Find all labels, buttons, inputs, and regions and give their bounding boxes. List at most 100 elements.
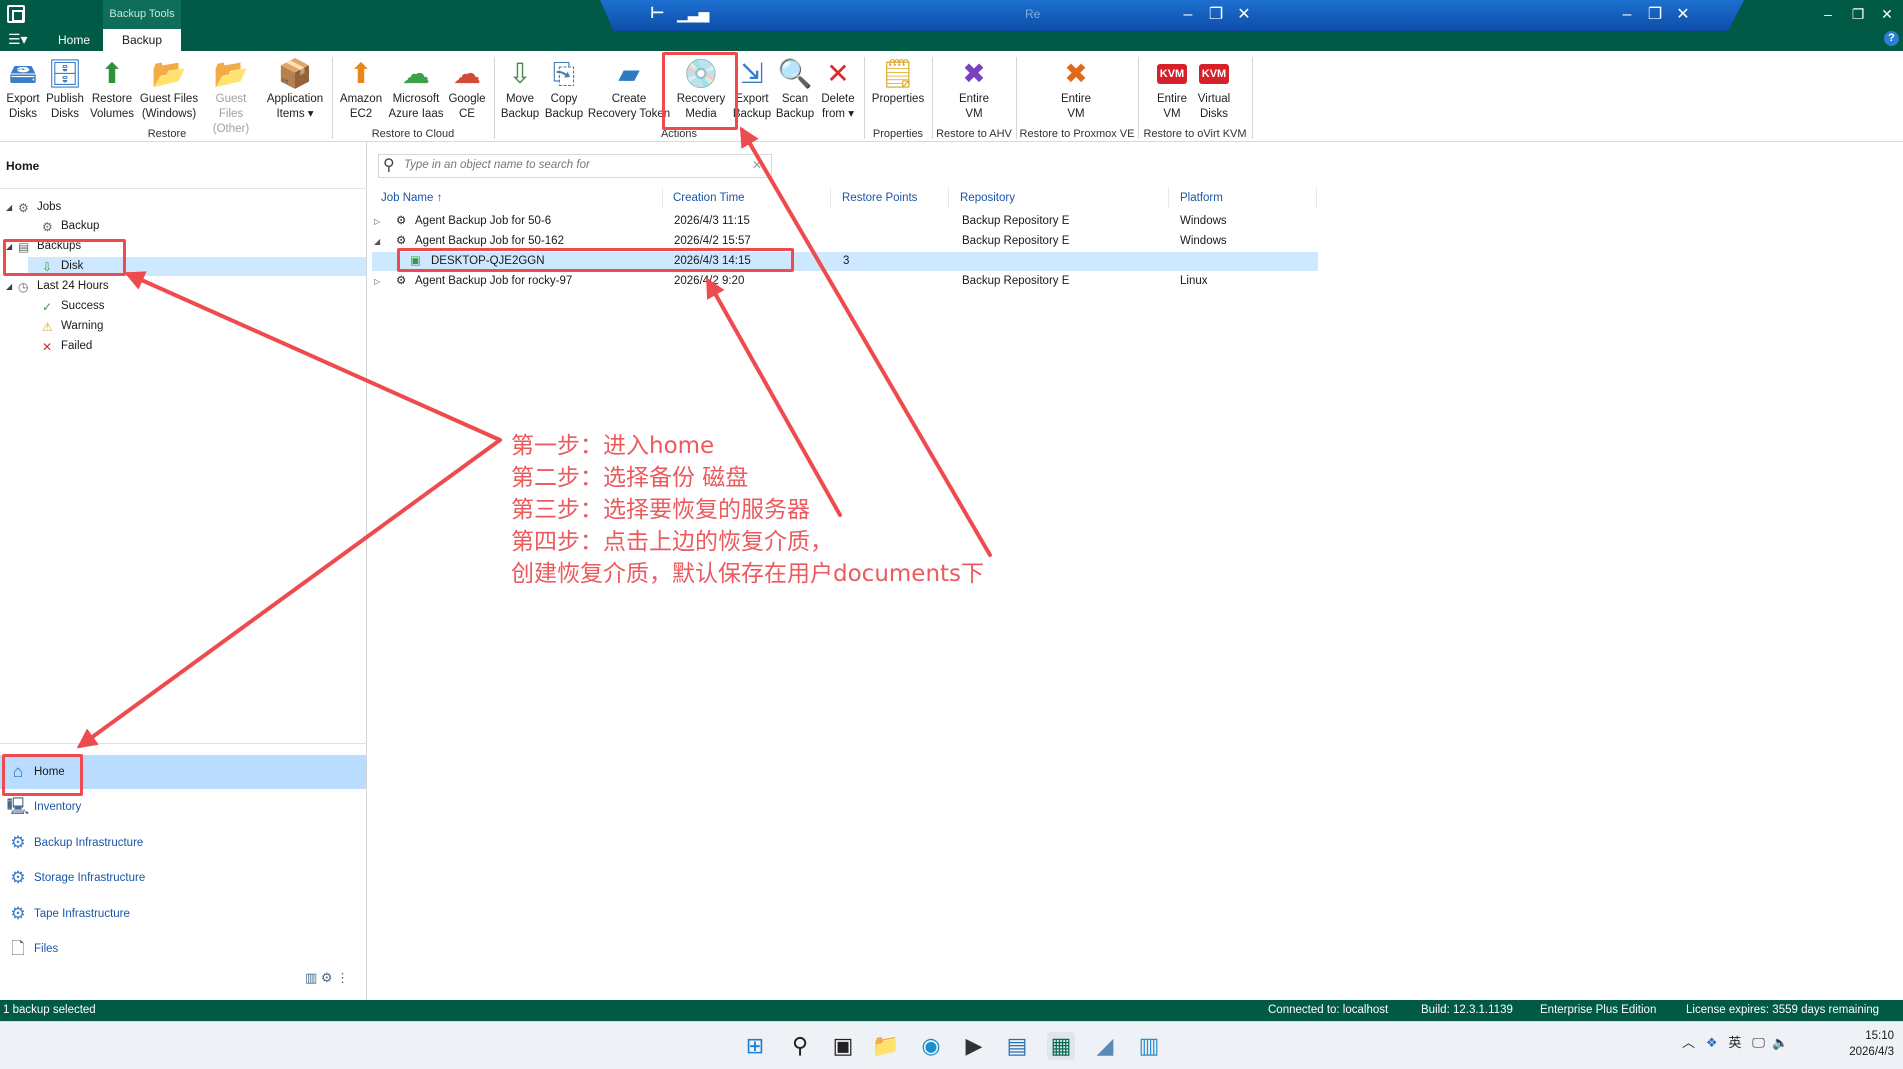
column-separator[interactable] [948, 188, 949, 208]
annotation-box-recovery-media [662, 52, 738, 130]
column-header-job-name[interactable]: Job Name ↑ [381, 192, 442, 208]
search-taskbar-icon[interactable]: ⚲ [786, 1032, 814, 1060]
ahv-entire-vm-button[interactable]: ✖ Entire VM [946, 57, 1002, 133]
restore-icon[interactable]: ❐ [1642, 4, 1668, 26]
column-separator[interactable] [662, 188, 663, 208]
export-disks-button[interactable]: 🖴 Export Disks [4, 57, 42, 133]
column-separator[interactable] [830, 188, 831, 208]
close-icon[interactable]: ✕ [1670, 4, 1696, 26]
nav-tape-infrastructure[interactable]: ⚙ Tape Infrastructure [0, 897, 366, 931]
delete-icon: ✕ [826, 58, 850, 89]
edition: Enterprise Plus Edition [1540, 1004, 1657, 1016]
remote-restore-icon[interactable]: ❐ [1203, 4, 1229, 26]
creation-time: 2026/4/3 11:15 [674, 215, 750, 227]
remote-close-icon[interactable]: ✕ [1231, 4, 1257, 26]
pane-header: Home [6, 159, 40, 173]
terminal-icon[interactable]: ▶ [960, 1032, 988, 1060]
guest-files-other-button[interactable]: 📂 Guest Files (Other) [202, 57, 260, 135]
license-status: License expires: 3559 days remaining [1686, 1004, 1880, 1016]
tree-expand-icon[interactable]: ◢ [6, 277, 18, 296]
tray-overflow-icon[interactable]: ︿ [1682, 1035, 1695, 1050]
tab-backup[interactable]: Backup [103, 29, 181, 51]
help-icon[interactable]: ? [1884, 31, 1899, 46]
copy-backup-button[interactable]: ⎘ Copy Backup [542, 57, 586, 133]
search-placeholder[interactable]: Type in an object name to search for [404, 159, 590, 171]
clock-date[interactable]: 2026/4/3 [1836, 1046, 1894, 1058]
volume-icon[interactable]: 🔈 [1772, 1035, 1788, 1050]
table-row[interactable]: ▷ ⚙ Agent Backup Job for rocky-97 2026/4… [372, 272, 1318, 291]
table-row[interactable]: ▷ ⚙ Agent Backup Job for 50-6 2026/4/3 1… [372, 212, 1318, 231]
column-separator[interactable] [1168, 188, 1169, 208]
task-view-icon[interactable]: ▣ [829, 1032, 857, 1060]
window-restore-icon[interactable]: ❐ [1844, 3, 1872, 25]
nav-storage-infrastructure[interactable]: ⚙ Storage Infrastructure [0, 861, 366, 895]
proxmox-entire-vm-button[interactable]: ✖ Entire VM [1048, 57, 1104, 133]
guest-files-other-icon: 📂 [213, 58, 249, 89]
nav-files[interactable]: 🗋 Files [0, 932, 366, 966]
app-window: Backup Tools ⊢ ▁▃▅ Re – ❐ ✕ – ❐ ✕ – ❐ ✕ … [0, 0, 1903, 1069]
tree-node-jobs[interactable]: ◢ ⚙ Jobs [6, 198, 61, 217]
nav-backup-infrastructure[interactable]: ⚙ Backup Infrastructure [0, 826, 366, 860]
failed-icon: ✕ [42, 340, 53, 354]
azure-icon: ☁ [402, 58, 430, 89]
application-items-button[interactable]: 📦 Application Items ▾ [262, 57, 328, 133]
column-header-restore-points[interactable]: Restore Points [842, 192, 917, 208]
display-icon[interactable]: 🖵 [1752, 1035, 1765, 1050]
kvm-entire-vm-button[interactable]: KVM Entire VM [1150, 57, 1194, 133]
search-clear-icon[interactable]: ✕ [752, 158, 768, 174]
column-header-repository[interactable]: Repository [960, 192, 1015, 208]
scan-backup-button[interactable]: 🔍 Scan Backup [774, 57, 816, 133]
annotation-box-disk [3, 239, 126, 276]
pin-icon[interactable]: ⊢ [650, 3, 670, 27]
remote-minimize-icon[interactable]: – [1175, 4, 1201, 26]
edge-browser-icon[interactable]: ◉ [917, 1032, 945, 1060]
row-collapse-icon[interactable]: ◢ [374, 232, 380, 251]
row-expand-icon[interactable]: ▷ [374, 212, 380, 231]
tree-node-failed[interactable]: ✕ Failed [30, 337, 92, 356]
control-panel-icon[interactable]: ▥ [1135, 1032, 1163, 1060]
properties-button[interactable]: 🗒 Properties [868, 57, 928, 133]
file-explorer-icon[interactable]: 📁 [872, 1032, 900, 1060]
nav-configure-buttons-icon[interactable]: ▥ ⚙ ⋮ [305, 970, 365, 992]
start-icon[interactable]: ⊞ [741, 1032, 769, 1060]
ime-indicator[interactable]: 英 [1728, 1035, 1741, 1050]
minimize-icon[interactable]: – [1614, 4, 1640, 26]
column-header-creation-time[interactable]: Creation Time [673, 192, 745, 208]
create-recovery-token-button[interactable]: ▰ Create Recovery Token [587, 57, 671, 133]
remote-session-hidden-title: Re [1025, 7, 1041, 21]
publish-disks-icon: 🗄 [47, 58, 83, 89]
column-header-platform[interactable]: Platform [1180, 192, 1223, 208]
tab-home[interactable]: Home [42, 29, 106, 51]
clock-time[interactable]: 15:10 [1852, 1030, 1894, 1042]
tree-node-last-24-hours[interactable]: ◢ ◷ Last 24 Hours [6, 277, 109, 296]
remote-desktop-icon[interactable]: ▤ [1003, 1032, 1031, 1060]
export-backup-button[interactable]: ⇲ Export Backup [732, 57, 772, 133]
application-items-icon: 📦 [277, 58, 313, 89]
tape-infrastructure-icon: ⚙ [10, 903, 26, 923]
kvm-virtual-disks-button[interactable]: KVM Virtual Disks [1192, 57, 1236, 133]
tree-node-backup[interactable]: ⚙ Backup [30, 217, 99, 236]
window-close-icon[interactable]: ✕ [1873, 3, 1901, 25]
row-expand-icon[interactable]: ▷ [374, 272, 380, 291]
amazon-ec2-button[interactable]: ⬆ Amazon EC2 [336, 57, 386, 133]
move-backup-button[interactable]: ⇩ Move Backup [498, 57, 542, 133]
tree-node-success[interactable]: ✓ Success [30, 297, 104, 316]
network-tray-icon[interactable]: ❖ [1706, 1035, 1718, 1050]
warning-icon: ⚠ [42, 320, 53, 334]
annotation-instructions: 第一步：进入home 第二步：选择备份 磁盘 第三步：选择要恢复的服务器 第四步… [511, 433, 985, 587]
publish-disks-button[interactable]: 🗄 Publish Disks [44, 57, 86, 133]
hamburger-menu-icon[interactable]: ☰▾ [8, 31, 32, 49]
restore-volumes-button[interactable]: ⬆ Restore Volumes [88, 57, 136, 133]
context-tab-backup-tools: Backup Tools [103, 0, 181, 29]
veeam-console-icon[interactable]: ▦ [1047, 1032, 1075, 1060]
window-minimize-icon[interactable]: – [1814, 3, 1842, 25]
guest-files-windows-button[interactable]: 📂 Guest Files (Windows) [138, 57, 200, 133]
divider [0, 188, 367, 189]
tree-node-warning[interactable]: ⚠ Warning [30, 317, 103, 336]
tree-expand-icon[interactable]: ◢ [6, 198, 18, 217]
azure-iaas-button[interactable]: ☁ Microsoft Azure Iaas [388, 57, 444, 133]
column-separator[interactable] [1316, 188, 1317, 208]
google-ce-button[interactable]: ☁ Google CE [446, 57, 488, 133]
delete-from-button[interactable]: ✕ Delete from ▾ [816, 57, 860, 133]
app-taskbar-icon[interactable]: ◢ [1091, 1032, 1119, 1060]
